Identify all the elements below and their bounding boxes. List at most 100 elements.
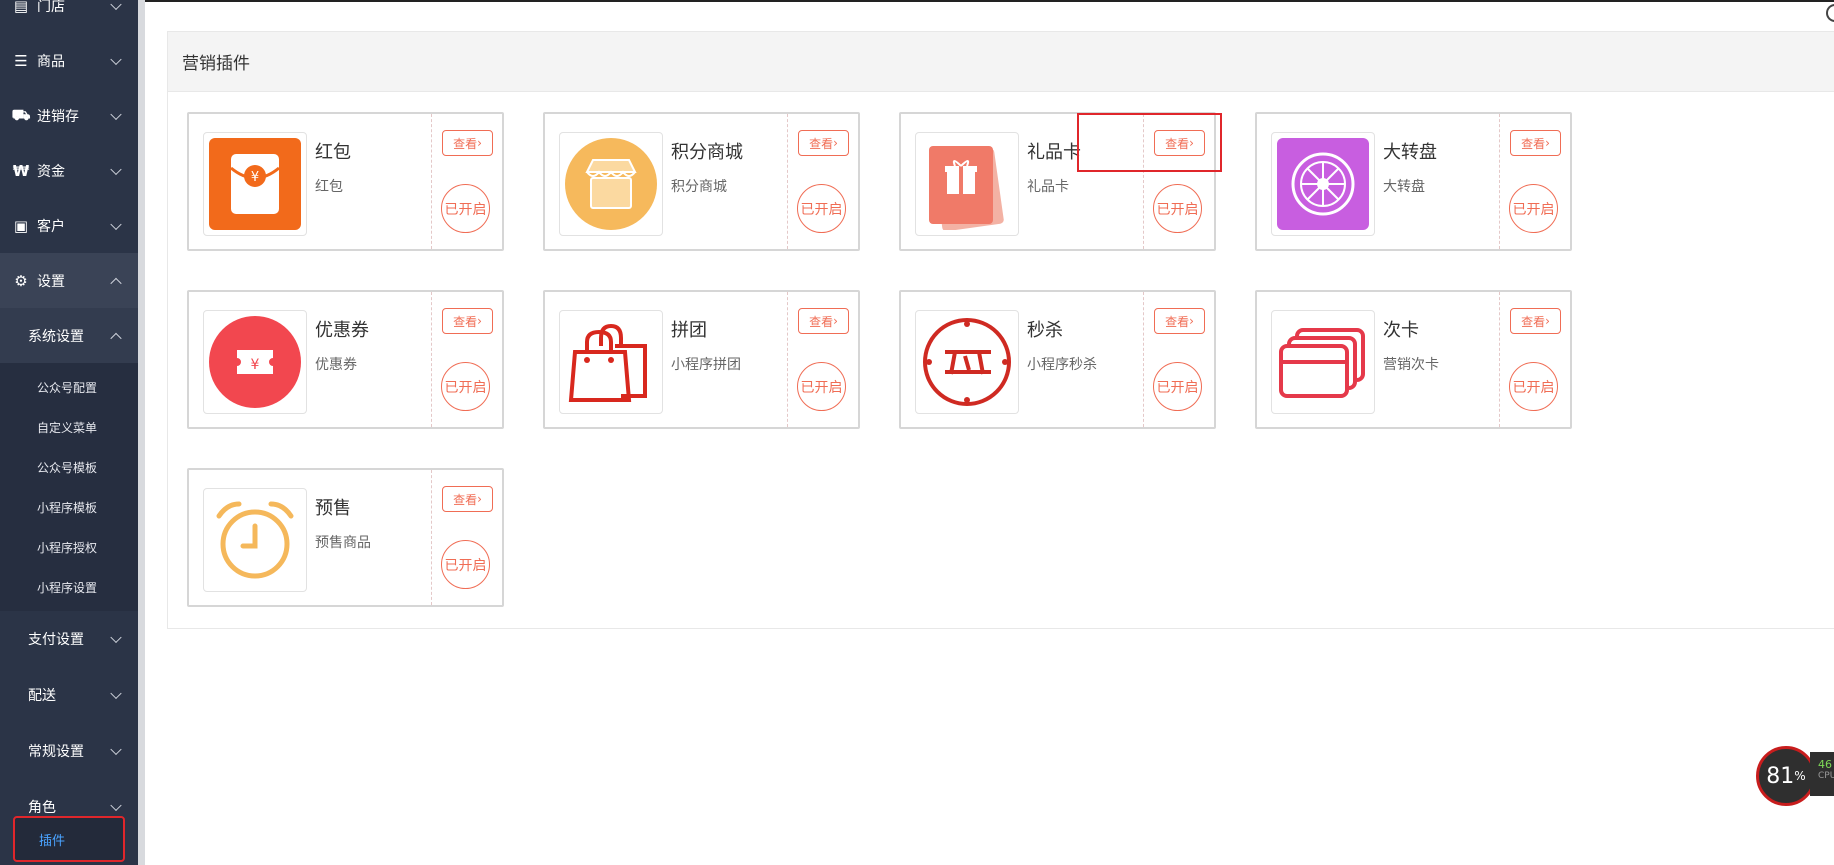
status-badge: 已开启: [797, 184, 846, 233]
chevron-right-icon: ›: [477, 314, 482, 328]
plugin-card-lucky-wheel: 大转盘 大转盘 查看 › 已开启: [1255, 112, 1572, 251]
submenu-item[interactable]: 自定义菜单: [0, 407, 138, 447]
sidebar-item-label: 资金: [37, 163, 65, 180]
store-front-icon: [559, 132, 663, 236]
sidebar-item-general-settings[interactable]: 常规设置: [0, 723, 138, 779]
view-button[interactable]: 查看 ›: [1154, 308, 1205, 334]
plugin-card-group-buy: 拼团 小程序拼团 查看 › 已开启: [543, 290, 860, 429]
chevron-right-icon: ›: [1545, 314, 1550, 328]
sidebar-item-settings[interactable]: ⚙ 设置: [0, 253, 138, 308]
sidebar-item-delivery[interactable]: 配送: [0, 667, 138, 723]
gift-card-icon: [915, 132, 1019, 236]
view-label: 查看: [453, 314, 478, 329]
sidebar: ▤ 门店 ☰ 商品 ⛟ 进销存 ₩ 资金 ▣ 客户 ⚙ 设置 系统设置 公众号配…: [0, 0, 138, 865]
cpu-side-value: 46: [1818, 758, 1832, 771]
card-desc: 礼品卡: [1027, 179, 1069, 195]
red-packet-icon: ¥: [203, 132, 307, 236]
view-button[interactable]: 查看 ›: [442, 130, 493, 156]
view-label: 查看: [453, 492, 478, 507]
card-desc: 预售商品: [315, 535, 371, 551]
card-title: 大转盘: [1383, 142, 1437, 163]
cpu-usage-badge[interactable]: 81%: [1756, 746, 1816, 806]
chevron-down-icon: [110, 799, 122, 812]
submenu-item[interactable]: 小程序设置: [0, 567, 138, 607]
view-button[interactable]: 查看 ›: [1510, 130, 1561, 156]
chevron-down-icon: [110, 53, 122, 65]
top-border: [145, 0, 1834, 2]
card-title: 优惠券: [315, 320, 369, 341]
truck-icon: ⛟: [11, 105, 31, 124]
view-button[interactable]: 查看 ›: [1510, 308, 1561, 334]
plugin-card-flash-sale: 秒杀 小程序秒杀 查看 › 已开启: [899, 290, 1216, 429]
card-title: 秒杀: [1027, 320, 1063, 341]
chevron-right-icon: ›: [833, 136, 838, 150]
sidebar-item-label: 进销存: [37, 108, 79, 125]
submenu-item[interactable]: 小程序模板: [0, 487, 138, 527]
shopping-bag-icon: [559, 310, 663, 414]
sidebar-item-inventory[interactable]: ⛟ 进销存: [0, 88, 138, 143]
chevron-up-icon: [110, 332, 122, 344]
view-label: 查看: [809, 136, 834, 151]
card-title: 拼团: [671, 320, 707, 341]
submenu-item[interactable]: 小程序授权: [0, 527, 138, 567]
id-card-icon: ▣: [13, 216, 29, 235]
card-divider: [431, 470, 432, 605]
coupon-icon: ¥: [203, 310, 307, 414]
svg-text:¥: ¥: [251, 357, 260, 373]
card-desc: 小程序拼团: [671, 357, 741, 373]
sidebar-item-payment-settings[interactable]: 支付设置: [0, 611, 138, 667]
sidebar-item-label: 系统设置: [28, 328, 84, 345]
sidebar-item-customers[interactable]: ▣ 客户: [0, 198, 138, 253]
cpu-percent: 81: [1766, 763, 1795, 789]
sidebar-item-label: 支付设置: [28, 632, 84, 648]
card-divider: [431, 292, 432, 427]
refresh-icon[interactable]: [1826, 4, 1834, 22]
plugin-card-red-packet: ¥ 红包 红包 查看 › 已开启: [187, 112, 504, 251]
sidebar-item-plugins[interactable]: 插件: [13, 816, 125, 862]
sidebar-scrollbar[interactable]: [138, 0, 145, 865]
chevron-down-icon: [110, 743, 122, 756]
sidebar-item-label: 客户: [37, 218, 65, 235]
wheel-icon: [1271, 132, 1375, 236]
view-label: 查看: [1165, 314, 1190, 329]
card-desc: 小程序秒杀: [1027, 357, 1097, 373]
card-desc: 优惠券: [315, 357, 357, 373]
view-button[interactable]: 查看 ›: [442, 308, 493, 334]
plugin-card-punch-card: 次卡 营销次卡 查看 › 已开启: [1255, 290, 1572, 429]
sidebar-item-funds[interactable]: ₩ 资金: [0, 143, 138, 198]
view-button[interactable]: 查看 ›: [798, 308, 849, 334]
card-desc: 营销次卡: [1383, 357, 1439, 373]
status-badge: 已开启: [441, 362, 490, 411]
chevron-down-icon: [110, 218, 122, 230]
submenu-item[interactable]: 公众号配置: [0, 367, 138, 407]
plugin-card-coupon: ¥ 优惠券 优惠券 查看 › 已开启: [187, 290, 504, 429]
chevron-right-icon: ›: [833, 314, 838, 328]
sidebar-item-system-settings[interactable]: 系统设置: [0, 308, 138, 363]
gear-icon: ⚙: [14, 271, 28, 290]
status-badge: 已开启: [1509, 184, 1558, 233]
card-divider: [1499, 114, 1500, 249]
card-divider: [787, 114, 788, 249]
sidebar-item-products[interactable]: ☰ 商品: [0, 33, 138, 88]
view-button[interactable]: 查看 ›: [442, 486, 493, 512]
view-label: 查看: [453, 136, 478, 151]
chevron-up-icon: [110, 277, 122, 289]
card-title: 礼品卡: [1027, 142, 1081, 163]
card-divider: [1499, 292, 1500, 427]
status-badge: 已开启: [441, 184, 490, 233]
cpu-side-label: CPU: [1818, 771, 1834, 781]
sidebar-item-label: 配送: [28, 688, 56, 704]
alarm-clock-icon: [203, 488, 307, 592]
chevron-right-icon: ›: [477, 492, 482, 506]
cpu-side-panel: 46 CPU: [1810, 752, 1834, 796]
card-title: 积分商城: [671, 142, 743, 163]
won-icon: ₩: [12, 161, 30, 180]
status-badge: 已开启: [797, 362, 846, 411]
card-title: 红包: [315, 142, 351, 163]
cards-icon: [1271, 310, 1375, 414]
card-divider: [1143, 292, 1144, 427]
sidebar-item-label: 角色: [28, 800, 56, 816]
sidebar-item-store[interactable]: ▤ 门店: [0, 0, 138, 33]
view-button[interactable]: 查看 ›: [798, 130, 849, 156]
submenu-item[interactable]: 公众号模板: [0, 447, 138, 487]
